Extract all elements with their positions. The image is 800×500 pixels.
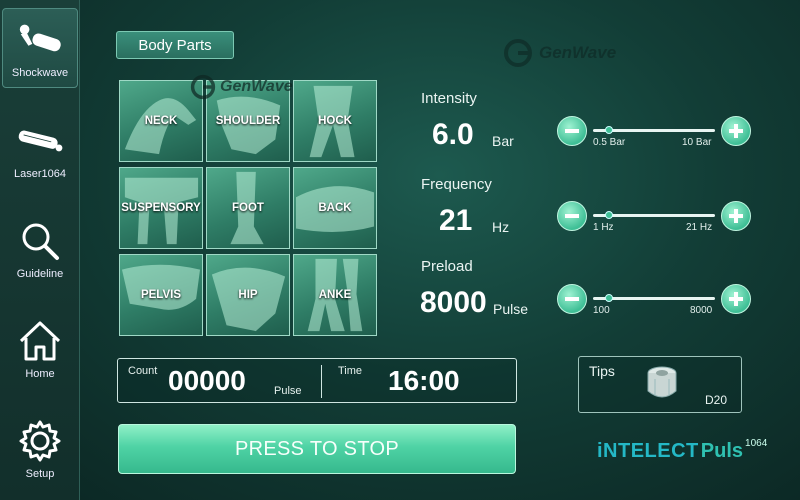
frequency-label: Frequency [421,176,492,193]
body-part-hip[interactable]: HIP [206,254,290,336]
sidebar-item-label: Shockwave [11,67,69,79]
sidebar-item-label: Setup [25,468,55,480]
frequency-max-label: 21 Hz [686,222,713,233]
frequency-unit: Hz [492,219,510,235]
body-part-label: BACK [318,202,352,214]
intensity-increase-button[interactable] [721,116,751,146]
minus-icon [565,214,579,218]
body-part-label: NECK [144,115,178,127]
body-parts-button[interactable]: Body Parts [116,31,234,59]
sidebar-item-shockwave[interactable]: Shockwave [2,8,78,88]
press-to-stop-button[interactable]: PRESS TO STOP [118,424,516,474]
body-part-label: SHOULDER [215,115,281,127]
body-part-grid: NECK SHOULDER HOCK SUSPENSORY FOOT BACK … [117,78,379,340]
body-part-label: FOOT [232,202,264,214]
tips-box[interactable]: Tips D20 [578,356,742,413]
brand-first: iNTELECT [597,440,699,462]
body-part-label: HOCK [318,115,352,127]
time-value: 16:00 [388,365,460,396]
laser-probe-icon [15,120,65,162]
body-part-label: PELVIS [140,289,182,301]
sidebar-item-home[interactable]: Home [2,308,78,388]
intellect-puls-logo: iNTELECT Puls 1064 [597,438,768,463]
frequency-slider-knob[interactable] [604,211,613,219]
sidebar: Shockwave Laser1064 Guideline Home Setup [0,0,80,500]
body-part-foot[interactable]: FOOT [206,167,290,249]
intensity-decrease-button[interactable] [557,116,587,146]
plus-icon [729,292,743,306]
brand-second: Puls [700,440,744,462]
plus-icon [729,124,743,138]
body-part-pelvis[interactable]: PELVIS [119,254,203,336]
logo-text: GenWave [539,43,617,62]
body-part-hock[interactable]: HOCK [293,80,377,162]
intensity-label: Intensity [421,90,477,107]
frequency-decrease-button[interactable] [557,201,587,231]
preload-value: 8000 [420,286,487,319]
frequency-increase-button[interactable] [721,201,751,231]
preload-slider-knob[interactable] [604,294,613,302]
intensity-max-label: 10 Bar [682,137,712,148]
minus-icon [565,129,579,133]
intensity-min-label: 0.5 Bar [593,137,626,148]
count-label: Count [128,365,158,377]
body-part-label: HIP [238,289,258,301]
preload-label: Preload [421,258,473,275]
body-part-suspensory[interactable]: SUSPENSORY [119,167,203,249]
intensity-value: 6.0 [432,118,474,151]
genwave-logo: GenWave [503,38,616,68]
sidebar-item-label: Laser1064 [14,168,66,180]
tips-label: Tips [589,363,615,379]
intensity-unit: Bar [492,133,514,149]
sidebar-item-label: Guideline [16,268,64,280]
preload-decrease-button[interactable] [557,284,587,314]
body-part-anke[interactable]: ANKE [293,254,377,336]
plus-icon [729,209,743,223]
count-value: 00000 [168,365,246,396]
preload-increase-button[interactable] [721,284,751,314]
body-part-back[interactable]: BACK [293,167,377,249]
sidebar-item-guideline[interactable]: Guideline [2,208,78,288]
gear-icon [15,420,65,462]
body-part-label: ANKE [318,289,352,301]
preload-unit: Pulse [493,301,529,317]
minus-icon [565,297,579,301]
time-label: Time [338,365,363,377]
count-time-panel: Count 00000 Pulse Time 16:00 [117,358,517,403]
shockwave-handpiece-icon [15,19,65,61]
body-part-label: SUSPENSORY [121,202,201,214]
grid-watermark-text: GenWave [220,78,293,95]
count-unit: Pulse [274,385,302,397]
preload-max-label: 8000 [690,305,713,316]
intensity-slider-knob[interactable] [604,126,613,134]
applicator-head-icon [647,366,677,398]
magnifier-icon [15,220,65,262]
tips-head-label: D20 [705,393,728,407]
sidebar-item-laser1064[interactable]: Laser1064 [2,108,78,188]
genwave-mark-icon [190,74,216,100]
grid-watermark-logo: GenWave [190,74,293,100]
home-icon [15,320,65,362]
sidebar-item-label: Home [25,368,55,380]
frequency-min-label: 1 Hz [593,222,614,233]
genwave-mark-icon [504,39,532,67]
brand-sup: 1064 [745,438,768,449]
panel-divider [321,365,322,398]
sidebar-item-setup[interactable]: Setup [2,408,78,488]
frequency-value: 21 [439,204,473,237]
preload-min-label: 100 [593,305,610,316]
